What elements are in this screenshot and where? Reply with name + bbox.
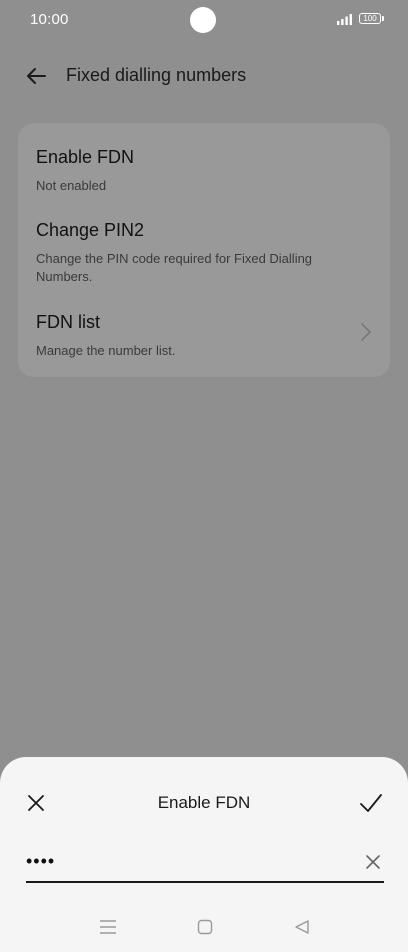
pin2-input[interactable]: •••• — [26, 849, 384, 883]
enable-fdn-sheet: Enable FDN •••• — [0, 757, 408, 952]
sheet-title: Enable FDN — [157, 793, 251, 812]
back-triangle-icon[interactable] — [294, 919, 310, 935]
system-nav-bar — [0, 915, 408, 945]
clear-icon[interactable] — [364, 853, 382, 871]
menu-icon[interactable] — [99, 919, 117, 935]
pin2-value: •••• — [26, 851, 56, 871]
check-icon[interactable] — [358, 790, 384, 816]
settings-screen: 10:00 100 Fixed dialling numbers Enable … — [0, 0, 408, 952]
home-icon[interactable] — [197, 919, 213, 935]
